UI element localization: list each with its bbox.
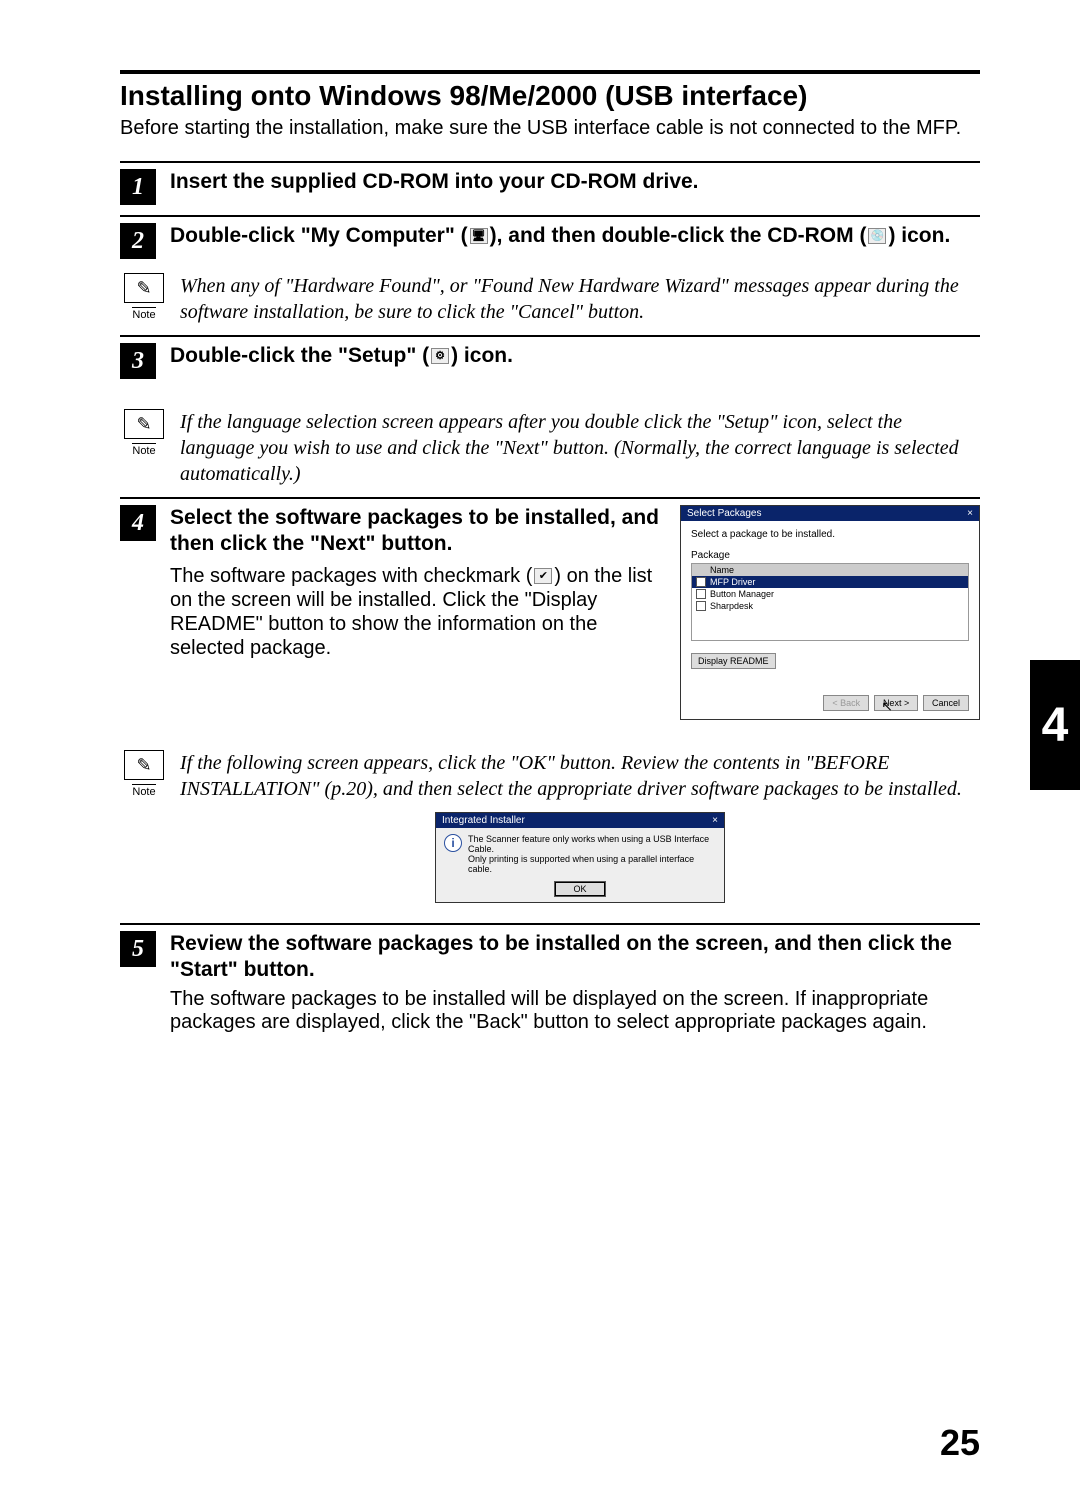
rule xyxy=(120,215,980,217)
checkmark-icon: ✔ xyxy=(534,568,552,584)
checkbox-icon[interactable] xyxy=(696,601,706,611)
step-4: 4 Select the software packages to be ins… xyxy=(120,505,980,720)
step-number: 3 xyxy=(120,343,156,379)
intro-text: Before starting the installation, make s… xyxy=(120,116,980,141)
top-rule xyxy=(120,70,980,74)
dialog-subtitle: Select a package to be installed. xyxy=(691,529,969,540)
step-2-text: Double-click "My Computer" (🖥), and then… xyxy=(170,223,980,249)
page-title: Installing onto Windows 98/Me/2000 (USB … xyxy=(120,80,980,112)
step-4-heading: Select the software packages to be insta… xyxy=(170,505,662,558)
close-icon[interactable]: × xyxy=(712,815,718,826)
step3-b: ) icon. xyxy=(451,344,513,367)
note-icon-box: ✎ Note xyxy=(120,750,168,800)
display-readme-button[interactable]: Display README xyxy=(691,653,776,669)
step-4-body: The software packages with checkmark (✔)… xyxy=(170,564,662,660)
cdrom-icon: 💿 xyxy=(868,228,886,244)
note-2: ✎ Note If the language selection screen … xyxy=(120,409,980,487)
close-icon[interactable]: × xyxy=(967,508,973,519)
back-button[interactable]: < Back xyxy=(823,695,869,711)
step-5-body: The software packages to be installed wi… xyxy=(170,988,980,1034)
pkg-name: Sharpdesk xyxy=(710,601,753,611)
step-1: 1 Insert the supplied CD-ROM into your C… xyxy=(120,169,980,205)
msg-line1: The Scanner feature only works when usin… xyxy=(468,834,716,854)
page-number: 25 xyxy=(940,1422,980,1464)
my-computer-icon: 🖥 xyxy=(470,228,488,244)
pkg-name: MFP Driver xyxy=(710,577,755,587)
step-number: 4 xyxy=(120,505,156,541)
package-row[interactable]: Sharpdesk xyxy=(692,600,968,612)
note-icon-box: ✎ Note xyxy=(120,409,168,459)
msg-line2: Only printing is supported when using a … xyxy=(468,854,716,874)
select-packages-dialog: Select Packages × Select a package to be… xyxy=(680,505,980,720)
step-5: 5 Review the software packages to be ins… xyxy=(120,931,980,1034)
note-3: ✎ Note If the following screen appears, … xyxy=(120,750,980,903)
rule xyxy=(120,923,980,925)
dialog-titlebar: Select Packages × xyxy=(681,506,979,521)
note-1-text: When any of "Hardware Found", or "Found … xyxy=(180,273,980,325)
note-icon: ✎ xyxy=(124,409,164,439)
package-header: Name xyxy=(692,564,968,576)
note-1: ✎ Note When any of "Hardware Found", or … xyxy=(120,273,980,325)
checkbox-icon[interactable] xyxy=(696,577,706,587)
dialog-title: Select Packages xyxy=(687,508,762,519)
step-3-text: Double-click the "Setup" (⚙) icon. xyxy=(170,343,980,369)
step-number: 1 xyxy=(120,169,156,205)
package-row[interactable]: Button Manager xyxy=(692,588,968,600)
ok-button[interactable]: OK xyxy=(554,881,605,897)
package-list[interactable]: Name MFP Driver Button Manager Sharpdesk xyxy=(691,563,969,641)
step2-c: ) icon. xyxy=(888,224,950,247)
rule xyxy=(120,335,980,337)
note-label: Note xyxy=(132,307,155,321)
pkg-name: Button Manager xyxy=(710,589,774,599)
note-2-text: If the language selection screen appears… xyxy=(180,409,980,487)
step-number: 2 xyxy=(120,223,156,259)
rule xyxy=(120,497,980,499)
chapter-tab: 4 xyxy=(1030,660,1080,790)
step-3: 3 Double-click the "Setup" (⚙) icon. xyxy=(120,343,980,379)
step2-b: ), and then double-click the CD-ROM ( xyxy=(490,224,867,247)
note-label: Note xyxy=(132,784,155,798)
setup-icon: ⚙ xyxy=(431,348,449,364)
step3-a: Double-click the "Setup" ( xyxy=(170,344,429,367)
package-row[interactable]: MFP Driver xyxy=(692,576,968,588)
step-5-heading: Review the software packages to be insta… xyxy=(170,931,980,984)
note-icon-box: ✎ Note xyxy=(120,273,168,323)
step2-a: Double-click "My Computer" ( xyxy=(170,224,468,247)
cancel-button[interactable]: Cancel xyxy=(923,695,969,711)
integrated-installer-dialog: Integrated Installer × i The Scanner fea… xyxy=(435,812,725,903)
step-1-text: Insert the supplied CD-ROM into your CD-… xyxy=(170,169,980,195)
dialog-title: Integrated Installer xyxy=(442,815,525,826)
rule xyxy=(120,161,980,163)
step-2: 2 Double-click "My Computer" (🖥), and th… xyxy=(120,223,980,259)
col-name: Name xyxy=(710,565,734,575)
checkbox-icon[interactable] xyxy=(696,589,706,599)
note-label: Note xyxy=(132,443,155,457)
info-icon: i xyxy=(444,834,462,852)
dialog-titlebar: Integrated Installer × xyxy=(436,813,724,828)
cursor-icon: ↖ xyxy=(881,698,893,715)
note-icon: ✎ xyxy=(124,273,164,303)
note-icon: ✎ xyxy=(124,750,164,780)
step4-body-a: The software packages with checkmark ( xyxy=(170,565,532,587)
note-3-text: If the following screen appears, click t… xyxy=(180,750,980,802)
dialog-message: The Scanner feature only works when usin… xyxy=(468,834,716,874)
package-label: Package xyxy=(691,550,969,561)
step-number: 5 xyxy=(120,931,156,967)
